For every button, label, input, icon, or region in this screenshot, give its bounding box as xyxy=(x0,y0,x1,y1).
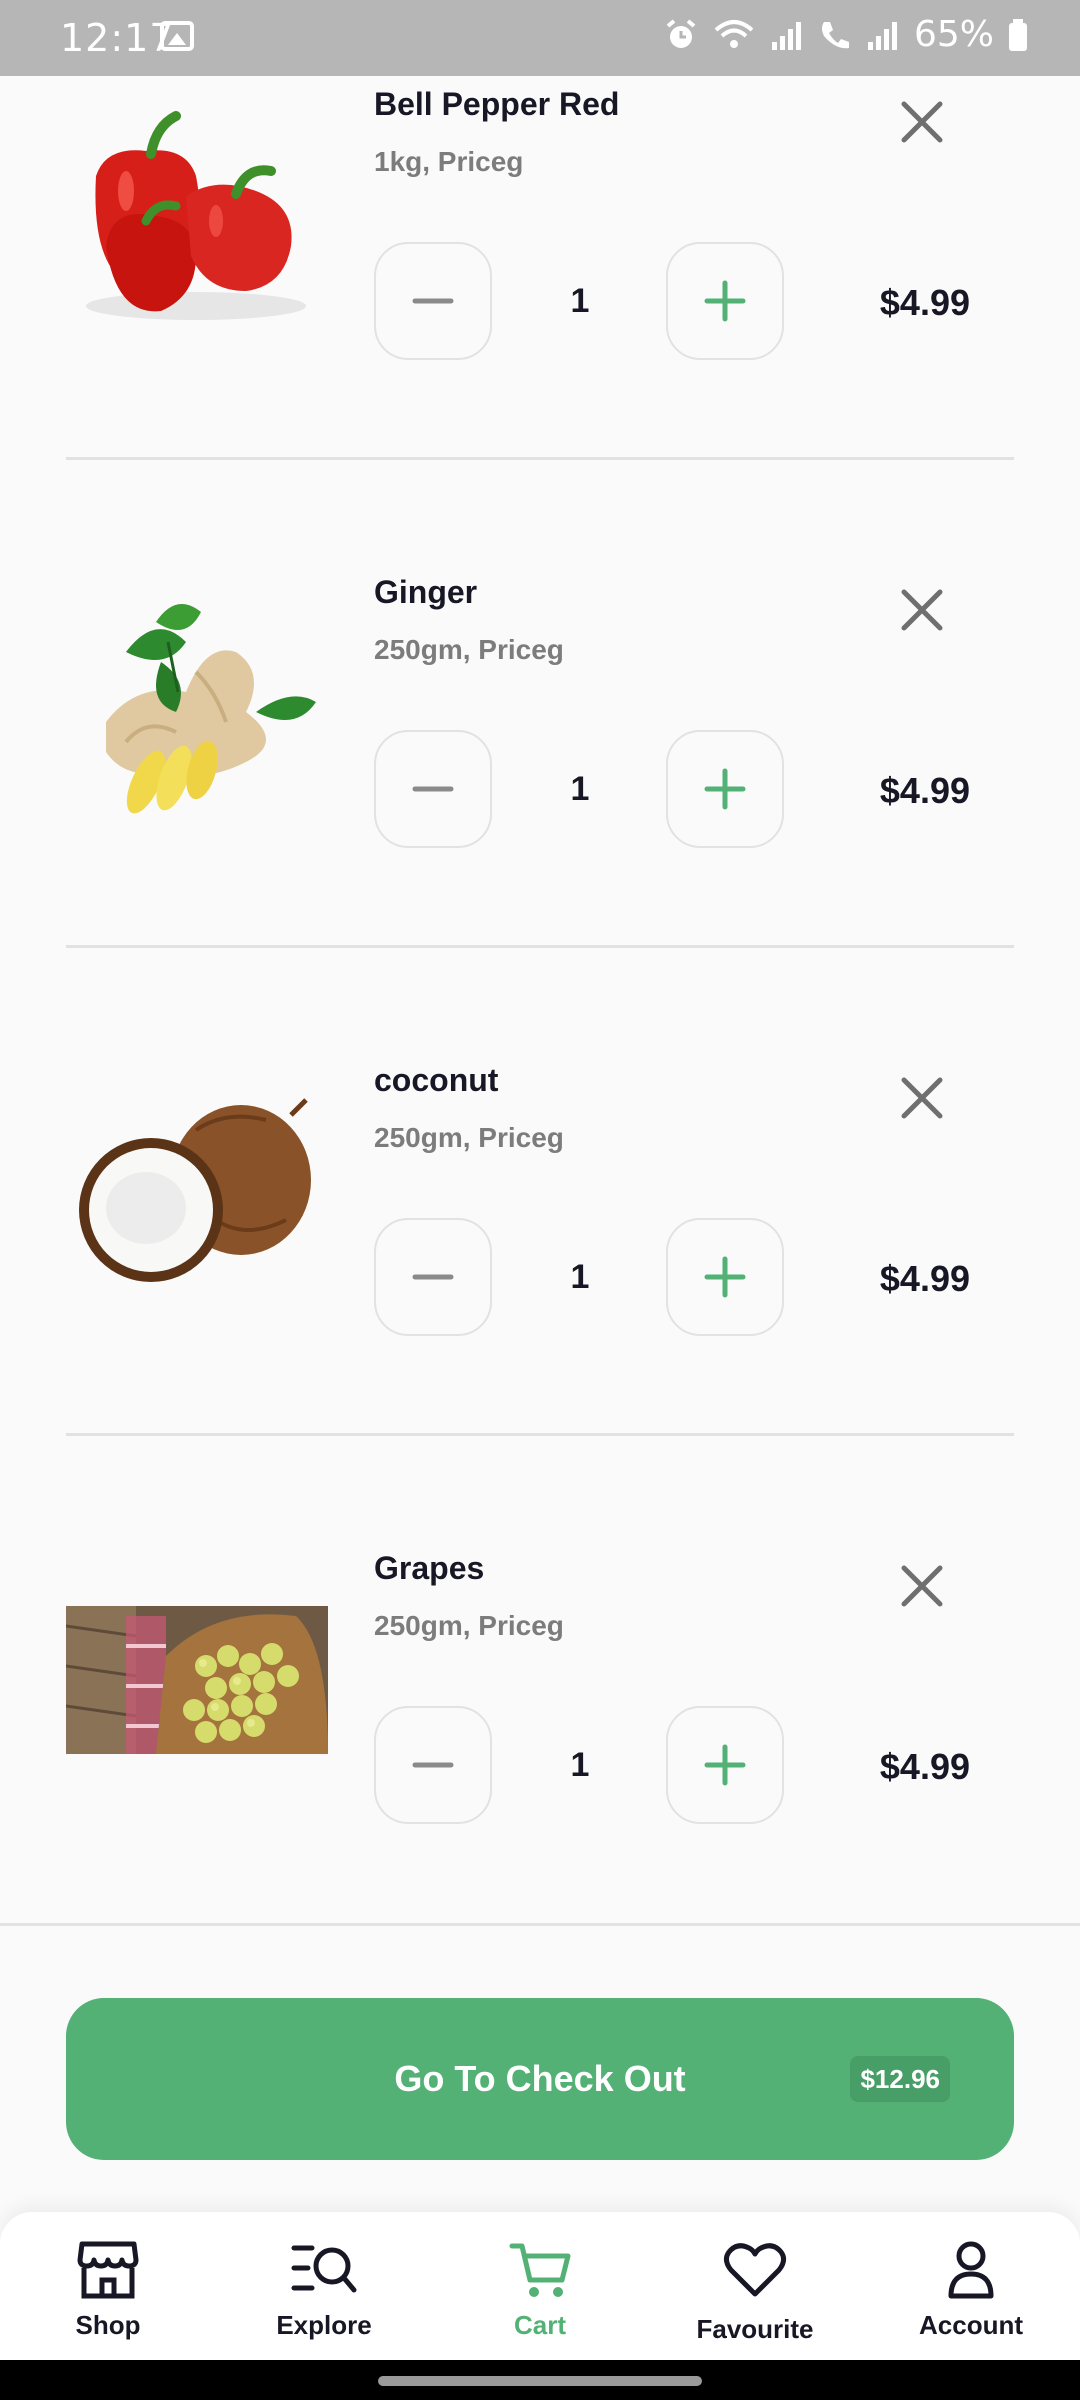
cart-item: Bell Pepper Red 1kg, Priceg 1 $4.99 xyxy=(0,46,1080,534)
nav-label: Cart xyxy=(513,2310,566,2340)
decrease-quantity-button[interactable] xyxy=(374,1218,492,1336)
decrease-quantity-button[interactable] xyxy=(374,242,492,360)
nav-label: Favourite xyxy=(696,2314,814,2344)
cart-item: coconut 250gm, Priceg 1 $4.99 xyxy=(0,1022,1080,1510)
nav-item-shop[interactable]: Shop xyxy=(8,2212,208,2360)
item-price: $4.99 xyxy=(879,1258,970,1299)
bottom-nav: Shop Explore Cart Favourite Account xyxy=(0,2212,1080,2360)
minus-icon xyxy=(412,786,454,792)
item-price: $4.99 xyxy=(879,770,970,811)
increase-quantity-button[interactable] xyxy=(666,242,784,360)
close-icon[interactable] xyxy=(896,1072,948,1124)
item-name: Ginger xyxy=(374,574,478,610)
quantity-value: 1 xyxy=(570,282,590,320)
quantity-value: 1 xyxy=(570,1258,590,1296)
home-gesture-bar[interactable] xyxy=(378,2376,702,2386)
increase-quantity-button[interactable] xyxy=(666,1706,784,1824)
item-price: $4.99 xyxy=(879,1746,970,1787)
nav-item-account[interactable]: Account xyxy=(871,2212,1071,2360)
item-divider xyxy=(66,457,1014,460)
quantity-value: 1 xyxy=(570,1746,590,1784)
close-icon[interactable] xyxy=(896,96,948,148)
plus-icon xyxy=(704,280,746,322)
list-bottom-divider xyxy=(0,1923,1080,1926)
decrease-quantity-button[interactable] xyxy=(374,1706,492,1824)
item-description: 250gm, Priceg xyxy=(374,1122,564,1153)
item-description: 1kg, Priceg xyxy=(374,146,524,177)
item-name: coconut xyxy=(374,1062,499,1098)
cart-icon xyxy=(509,2243,571,2297)
nav-item-cart[interactable]: Cart xyxy=(440,2212,640,2360)
item-name: Bell Pepper Red xyxy=(374,86,620,122)
minus-icon xyxy=(412,1274,454,1280)
cart-item: Ginger 250gm, Priceg 1 $4.99 xyxy=(0,534,1080,1022)
close-icon[interactable] xyxy=(896,1560,948,1612)
decrease-quantity-button[interactable] xyxy=(374,730,492,848)
coconut-image xyxy=(79,1098,311,1282)
plus-icon xyxy=(704,768,746,810)
item-price: $4.99 xyxy=(879,282,970,323)
item-name: Grapes xyxy=(374,1550,485,1586)
nav-label: Account xyxy=(919,2310,1023,2340)
bell-pepper-image xyxy=(86,111,306,320)
item-divider xyxy=(66,945,1014,948)
item-divider xyxy=(66,1433,1014,1436)
heart-icon xyxy=(723,2243,787,2297)
item-description: 250gm, Priceg xyxy=(374,634,564,665)
nav-label: Shop xyxy=(75,2310,141,2340)
nav-item-explore[interactable]: Explore xyxy=(224,2212,424,2360)
gesture-area xyxy=(0,2360,1080,2400)
close-icon[interactable] xyxy=(896,584,948,636)
increase-quantity-button[interactable] xyxy=(666,730,784,848)
checkout-button[interactable]: Go To Check Out $12.96 xyxy=(66,1998,1014,2160)
plus-icon xyxy=(704,1744,746,1786)
nav-item-favourite[interactable]: Favourite xyxy=(655,2212,855,2360)
plus-icon xyxy=(704,1256,746,1298)
explore-icon xyxy=(291,2245,357,2293)
increase-quantity-button[interactable] xyxy=(666,1218,784,1336)
grapes-image xyxy=(66,1606,328,1754)
minus-icon xyxy=(412,1762,454,1768)
minus-icon xyxy=(412,298,454,304)
person-icon xyxy=(948,2241,994,2299)
quantity-value: 1 xyxy=(570,770,590,808)
ginger-image xyxy=(106,604,316,814)
checkout-total-badge: $12.96 xyxy=(850,2056,950,2102)
store-icon xyxy=(77,2241,139,2299)
nav-label: Explore xyxy=(276,2310,372,2340)
item-description: 250gm, Priceg xyxy=(374,1610,564,1641)
